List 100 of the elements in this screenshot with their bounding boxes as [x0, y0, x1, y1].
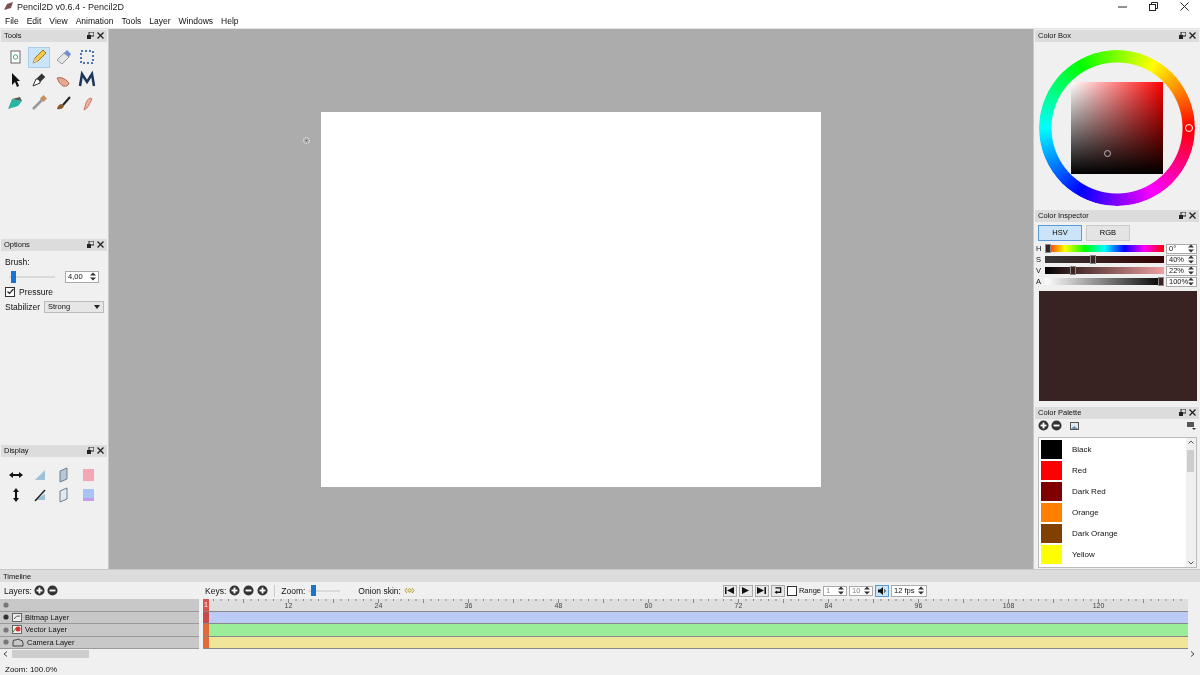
- vector-shape-icon: [12, 625, 22, 635]
- next-frame-icon: [757, 587, 767, 595]
- saturation-value-square[interactable]: [1071, 81, 1163, 174]
- camera-icon: [12, 637, 24, 647]
- color-name[interactable]: Yellow: [1072, 549, 1095, 559]
- channel-slider[interactable]: [1045, 245, 1164, 253]
- channel-slider[interactable]: [1045, 278, 1164, 286]
- float-icon[interactable]: [1179, 409, 1186, 417]
- close-icon[interactable]: [97, 447, 104, 455]
- brush-label: Brush:: [5, 256, 31, 267]
- duplicate-key-icon[interactable]: [257, 585, 269, 597]
- spin-arrows-icon[interactable]: [838, 586, 844, 596]
- menu-item[interactable]: View: [45, 15, 72, 26]
- spin-arrows-icon[interactable]: [90, 272, 96, 282]
- image-icon[interactable]: [1070, 421, 1079, 430]
- channel-slider[interactable]: [1045, 267, 1164, 275]
- float-icon[interactable]: [87, 32, 94, 40]
- color-name[interactable]: Dark Red: [1072, 486, 1106, 496]
- slider-handle[interactable]: [1158, 277, 1164, 287]
- speaker-icon: [877, 586, 887, 595]
- spin-arrows-icon[interactable]: [1188, 244, 1194, 254]
- close-icon[interactable]: [1189, 32, 1196, 40]
- slider-handle[interactable]: [1090, 255, 1097, 265]
- checkbox[interactable]: [786, 585, 797, 596]
- zoom-label: Zoom:: [281, 585, 306, 596]
- close-icon[interactable]: [97, 32, 104, 40]
- scrollbar-thumb[interactable]: [1187, 449, 1194, 472]
- float-icon[interactable]: [87, 241, 94, 249]
- menu-item[interactable]: File: [1, 15, 23, 26]
- slider-handle[interactable]: [1045, 244, 1051, 254]
- app-logo-icon: [4, 2, 14, 12]
- color-swatch[interactable]: [1041, 439, 1062, 459]
- scrollbar[interactable]: [1186, 437, 1196, 567]
- color-swatch[interactable]: [1041, 544, 1062, 564]
- color-swatch[interactable]: [1041, 523, 1062, 543]
- stabilizer-label: Stabilizer: [5, 301, 40, 312]
- menu-item[interactable]: Edit: [22, 15, 46, 26]
- color-name[interactable]: Red: [1072, 465, 1087, 475]
- add-layer-icon[interactable]: [33, 585, 45, 597]
- slider-handle[interactable]: [1069, 266, 1076, 276]
- add-icon[interactable]: [1038, 420, 1049, 432]
- add-key-icon[interactable]: [229, 585, 241, 597]
- layers-label: Layers:: [4, 585, 32, 596]
- caret-icon: [94, 304, 100, 309]
- sound-button[interactable]: [875, 584, 889, 597]
- slider-thumb[interactable]: [311, 585, 317, 597]
- brush-stroke-icon: [12, 612, 22, 622]
- close-icon[interactable]: [1189, 212, 1196, 220]
- color-swatch[interactable]: [1041, 460, 1062, 480]
- spin-arrows-icon[interactable]: [864, 586, 870, 596]
- spin-arrows-icon[interactable]: [1188, 266, 1194, 276]
- spin-arrows-icon[interactable]: [918, 586, 924, 596]
- remove-key-icon[interactable]: [243, 585, 255, 597]
- window-title: Pencil2D v0.6.4 - Pencil2D: [17, 2, 126, 12]
- eraser-icon: [54, 48, 72, 67]
- color-swatch[interactable]: [1041, 502, 1062, 522]
- spin-arrows-icon[interactable]: [1188, 255, 1194, 265]
- close-icon[interactable]: [1180, 2, 1189, 12]
- slider-thumb[interactable]: [11, 270, 17, 283]
- next-frame-button[interactable]: [754, 584, 769, 597]
- color-name[interactable]: Black: [1072, 444, 1092, 454]
- remove-layer-icon[interactable]: [46, 585, 58, 597]
- menu-item[interactable]: Tools: [117, 15, 146, 26]
- scroll-left-icon[interactable]: [3, 651, 8, 658]
- scroll-right-icon[interactable]: [1190, 651, 1195, 658]
- previous-frame-button[interactable]: [722, 584, 737, 597]
- float-icon[interactable]: [87, 447, 94, 455]
- menu-item[interactable]: Windows: [174, 15, 218, 26]
- scroll-up-icon[interactable]: [1188, 439, 1194, 444]
- loop-icon: [773, 587, 782, 595]
- menu-item[interactable]: Layer: [145, 15, 175, 26]
- loop-button[interactable]: [770, 584, 785, 597]
- color-name[interactable]: Orange: [1072, 507, 1099, 517]
- spin-arrows-icon[interactable]: [1188, 277, 1194, 287]
- float-icon[interactable]: [1179, 32, 1186, 40]
- remove-icon[interactable]: [1051, 420, 1062, 432]
- color-name[interactable]: Dark Orange: [1072, 528, 1118, 538]
- onion-skin-label: Onion skin:: [358, 585, 401, 596]
- hue-marker[interactable]: [1185, 123, 1193, 132]
- scroll-down-icon[interactable]: [1188, 560, 1194, 565]
- color-swatch[interactable]: [1041, 481, 1062, 501]
- crosshair-icon: [302, 135, 311, 145]
- pencil-icon: [30, 48, 48, 67]
- menu-icon[interactable]: [1187, 421, 1196, 430]
- checkbox-label: Pressure: [19, 286, 53, 297]
- play-button[interactable]: [738, 584, 753, 597]
- channel-slider[interactable]: [1045, 256, 1164, 264]
- status-text: Zoom: 100.0%: [5, 664, 58, 674]
- pen-icon: [30, 71, 48, 90]
- menu-item[interactable]: Help: [217, 15, 243, 26]
- menu-item[interactable]: Animation: [71, 15, 118, 26]
- scrollbar-thumb[interactable]: [12, 650, 89, 659]
- close-icon[interactable]: [1189, 409, 1196, 417]
- previous-frame-icon: [725, 587, 735, 595]
- checkbox[interactable]: [5, 286, 15, 297]
- close-icon[interactable]: [97, 241, 104, 249]
- restore-icon[interactable]: [1149, 2, 1158, 12]
- layer-track[interactable]: [203, 624, 1188, 637]
- float-icon[interactable]: [1179, 212, 1186, 220]
- selection-icon: [78, 48, 96, 67]
